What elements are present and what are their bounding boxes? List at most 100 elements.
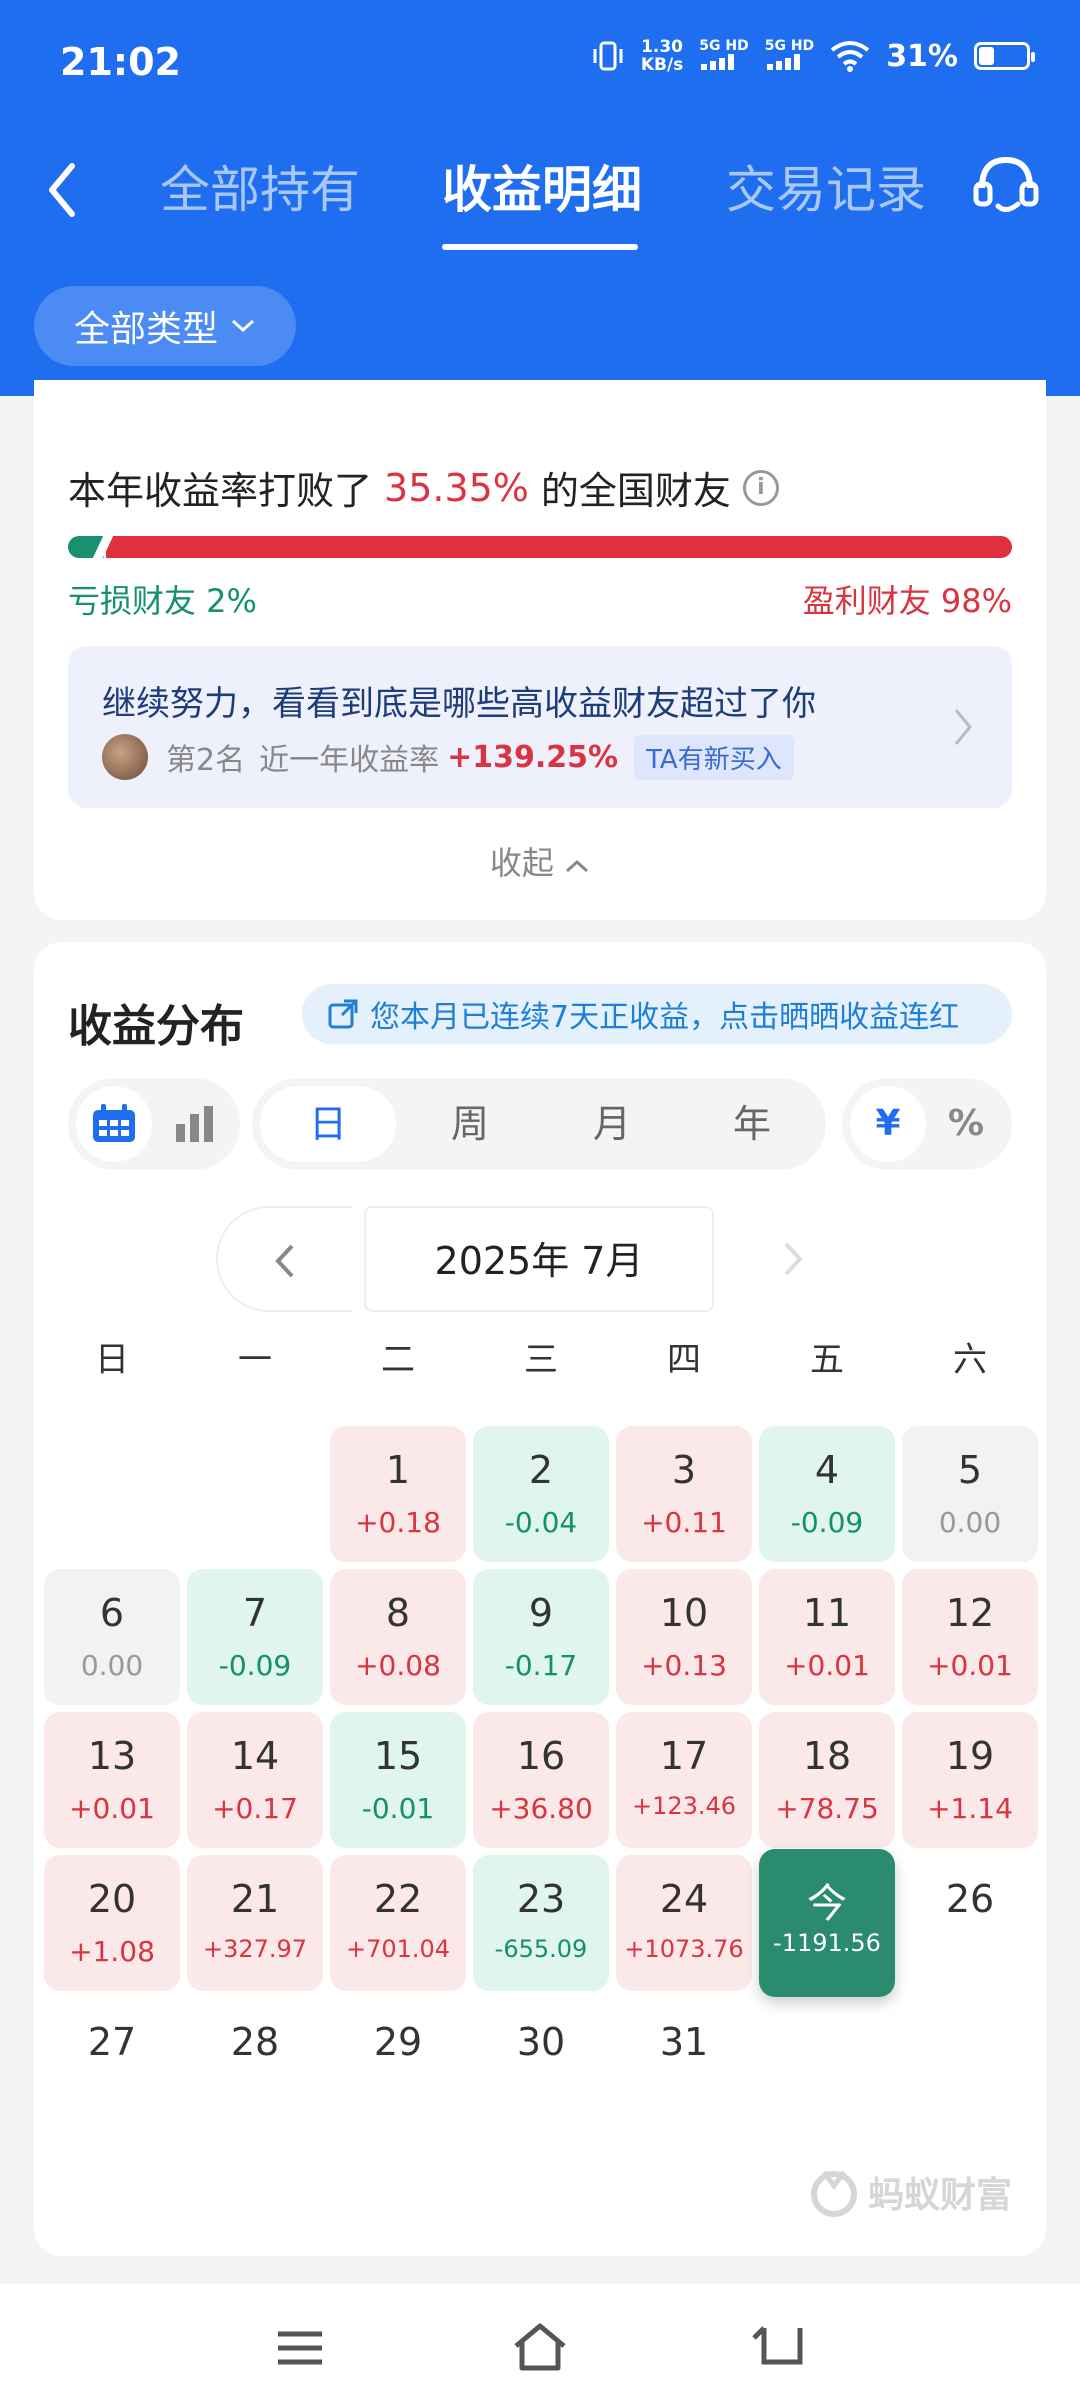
day-number: 7 — [242, 1591, 268, 1635]
calendar-view-button[interactable] — [76, 1086, 152, 1162]
promo-subtitle: 第2名 近一年收益率 +139.25% TA有新买入 — [102, 734, 794, 780]
ranking-card: 本年收益率打败了 35.35% 的全国财友 i 亏损财友 2% 盈利财友 98%… — [34, 380, 1046, 920]
home-icon[interactable] — [510, 2318, 570, 2378]
customer-service-icon[interactable] — [968, 148, 1044, 224]
day-earnings: +36.80 — [489, 1792, 593, 1825]
wifi-icon — [830, 41, 870, 72]
day-earnings: +1.14 — [927, 1792, 1013, 1825]
ranking-prefix: 本年收益率打败了 — [68, 469, 373, 513]
calendar-day[interactable]: 8 +0.08 — [330, 1569, 466, 1705]
loss-friends-label: 亏损财友 2% — [68, 582, 257, 620]
calendar-day[interactable]: 31 — [616, 1998, 752, 2134]
status-bar: 21:02 1.30 KB/s 5G HD 5G HD 31% — [0, 0, 1080, 128]
calendar-day[interactable]: 17 +123.46 — [616, 1712, 752, 1848]
day-earnings: +1073.76 — [624, 1935, 744, 1963]
avatar — [102, 734, 148, 780]
period-day[interactable]: 日 — [260, 1086, 396, 1162]
day-earnings: +701.04 — [345, 1935, 451, 1963]
unit-amount[interactable]: ¥ — [850, 1086, 926, 1162]
day-number: 21 — [230, 1877, 280, 1921]
calendar-day[interactable]: 26 — [902, 1855, 1038, 1991]
calendar-day[interactable]: 5 0.00 — [902, 1426, 1038, 1562]
calendar-day[interactable]: 21 +327.97 — [187, 1855, 323, 1991]
back-nav-icon[interactable] — [750, 2318, 810, 2378]
unit-percent[interactable]: % — [928, 1086, 1004, 1162]
calendar-day[interactable]: 22 +701.04 — [330, 1855, 466, 1991]
bar-chart-view-icon[interactable] — [172, 1100, 220, 1148]
day-number: 4 — [814, 1448, 840, 1492]
battery-percent: 31% — [886, 38, 958, 74]
tab-all-holdings[interactable]: 全部持有 — [160, 150, 360, 240]
signal-bars-icon — [766, 54, 800, 70]
calendar-day[interactable]: 1 +0.18 — [330, 1426, 466, 1562]
share-icon — [328, 999, 358, 1029]
calendar-day[interactable]: 9 -0.17 — [473, 1569, 609, 1705]
calendar-day[interactable]: 16 +36.80 — [473, 1712, 609, 1848]
calendar-day[interactable]: 13 +0.01 — [44, 1712, 180, 1848]
calendar-day[interactable]: 12 +0.01 — [902, 1569, 1038, 1705]
signal-5g-2: 5G HD — [765, 38, 814, 74]
calendar-day[interactable]: 3 +0.11 — [616, 1426, 752, 1562]
calendar-day[interactable]: 18 +78.75 — [759, 1712, 895, 1848]
calendar-day[interactable]: 2 -0.04 — [473, 1426, 609, 1562]
calendar-day[interactable]: 28 — [187, 1998, 323, 2134]
day-earnings: +0.17 — [212, 1792, 298, 1825]
network-speed: 1.30 KB/s — [641, 38, 683, 74]
month-label[interactable]: 2025年 7月 — [364, 1206, 714, 1312]
speed-unit: KB/s — [640, 55, 684, 75]
next-month-button[interactable] — [724, 1206, 860, 1312]
status-time: 21:02 — [60, 40, 181, 84]
day-number: 6 — [99, 1591, 125, 1635]
info-icon[interactable]: i — [742, 469, 779, 506]
calendar-day[interactable]: 14 +0.17 — [187, 1712, 323, 1848]
calendar-day[interactable]: 23 -655.09 — [473, 1855, 609, 1991]
period-month[interactable]: 月 — [544, 1086, 680, 1162]
weekday-header: 日 一 二 三 四 五 六 — [44, 1332, 1038, 1402]
friend-rank: 第2名 — [166, 743, 246, 778]
calendar-day-today[interactable]: 今 -1191.56 — [759, 1849, 895, 1997]
day-number: 18 — [802, 1734, 852, 1778]
day-earnings: +1.08 — [69, 1935, 155, 1968]
calendar-grid: 1 +0.18 2 -0.04 3 +0.11 4 -0.09 5 0.00 6 0.00 7 -0.09… — [44, 1426, 1038, 2126]
tab-earnings-detail[interactable]: 收益明细 — [442, 150, 642, 240]
streak-share-banner[interactable]: 您本月已连续7天正收益，点击晒晒收益连红 — [302, 984, 1012, 1044]
calendar-day[interactable]: 6 0.00 — [44, 1569, 180, 1705]
day-earnings: -0.09 — [790, 1506, 864, 1539]
day-number: 27 — [87, 2020, 137, 2064]
period-year[interactable]: 年 — [684, 1086, 820, 1162]
calendar-day[interactable]: 24 +1073.76 — [616, 1855, 752, 1991]
weekday-label: 一 — [238, 1340, 272, 1380]
weekday-label: 三 — [524, 1340, 558, 1380]
menu-icon[interactable] — [270, 2318, 330, 2378]
period-week[interactable]: 周 — [402, 1086, 538, 1162]
calendar-day[interactable]: 15 -0.01 — [330, 1712, 466, 1848]
day-number: 9 — [528, 1591, 554, 1635]
calendar-day[interactable]: 10 +0.13 — [616, 1569, 752, 1705]
day-number: 31 — [659, 2020, 709, 2064]
calendar-day[interactable]: 19 +1.14 — [902, 1712, 1038, 1848]
day-number: 17 — [659, 1734, 709, 1778]
calendar-day[interactable]: 30 — [473, 1998, 609, 2134]
day-earnings: +78.75 — [775, 1792, 879, 1825]
calendar-day[interactable]: 7 -0.09 — [187, 1569, 323, 1705]
calendar-day[interactable]: 4 -0.09 — [759, 1426, 895, 1562]
type-filter-dropdown[interactable]: 全部类型 — [34, 286, 296, 366]
calendar-day[interactable]: 27 — [44, 1998, 180, 2134]
weekday-label: 五 — [810, 1340, 844, 1380]
top-friend-promo[interactable]: 继续努力，看看到底是哪些高收益财友超过了你 第2名 近一年收益率 +139.25… — [68, 646, 1012, 808]
day-number: 29 — [373, 2020, 423, 2064]
back-icon[interactable] — [34, 150, 94, 230]
day-number: 23 — [516, 1877, 566, 1921]
calendar-day[interactable]: 20 +1.08 — [44, 1855, 180, 1991]
calendar-day[interactable]: 11 +0.01 — [759, 1569, 895, 1705]
chevron-right-icon — [954, 709, 972, 745]
collapse-button[interactable]: 收起 — [34, 838, 1046, 884]
day-earnings: +0.13 — [641, 1649, 727, 1682]
weekday-label: 二 — [381, 1340, 415, 1380]
prev-month-button[interactable] — [216, 1206, 352, 1312]
tab-transactions[interactable]: 交易记录 — [726, 150, 926, 240]
day-earnings: +0.08 — [355, 1649, 441, 1682]
calendar-day[interactable]: 29 — [330, 1998, 466, 2134]
day-number: 1 — [385, 1448, 411, 1492]
profit-friends-label: 盈利财友 98% — [802, 582, 1012, 620]
